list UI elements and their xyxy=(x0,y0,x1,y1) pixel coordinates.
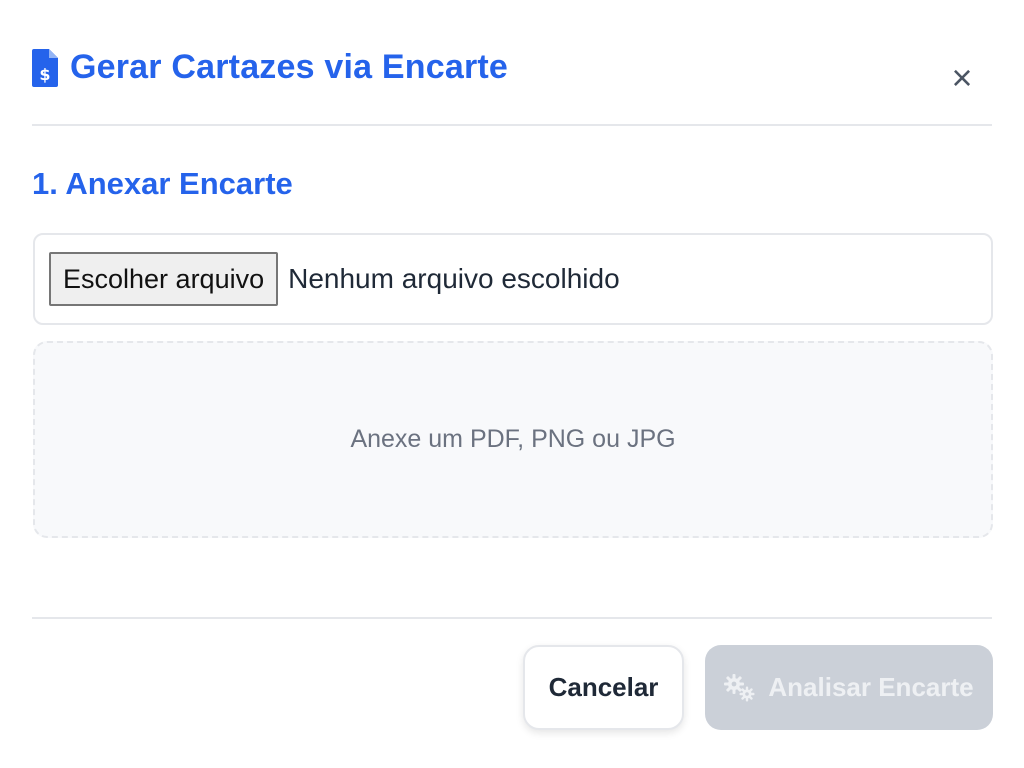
dialog-title: Gerar Cartazes via Encarte xyxy=(70,48,509,86)
generate-posters-dialog: $ Gerar Cartazes via Encarte × 1. Anexar… xyxy=(0,0,1024,768)
close-icon[interactable]: × xyxy=(942,58,982,98)
dialog-title-group: $ Gerar Cartazes via Encarte xyxy=(32,48,508,87)
drop-zone-hint: Anexe um PDF, PNG ou JPG xyxy=(350,425,676,453)
footer-divider xyxy=(32,617,992,619)
analyze-flyer-label: Analisar Encarte xyxy=(768,672,974,702)
file-drop-zone[interactable]: Anexe um PDF, PNG ou JPG xyxy=(33,341,993,538)
step-1-heading: 1. Anexar Encarte xyxy=(32,166,293,201)
file-status-text: Nenhum arquivo escolhido xyxy=(288,263,620,294)
choose-file-button[interactable]: Escolher arquivo xyxy=(49,252,279,306)
cancel-button[interactable]: Cancelar xyxy=(523,645,684,730)
svg-text:$: $ xyxy=(39,65,50,84)
dialog-header: $ Gerar Cartazes via Encarte × xyxy=(32,40,992,126)
file-invoice-dollar-icon: $ xyxy=(32,48,58,87)
cogs-icon xyxy=(724,673,755,701)
file-input-container: Escolher arquivo Nenhum arquivo escolhid… xyxy=(33,233,993,325)
analyze-flyer-button[interactable]: Analisar Encarte xyxy=(705,645,993,730)
